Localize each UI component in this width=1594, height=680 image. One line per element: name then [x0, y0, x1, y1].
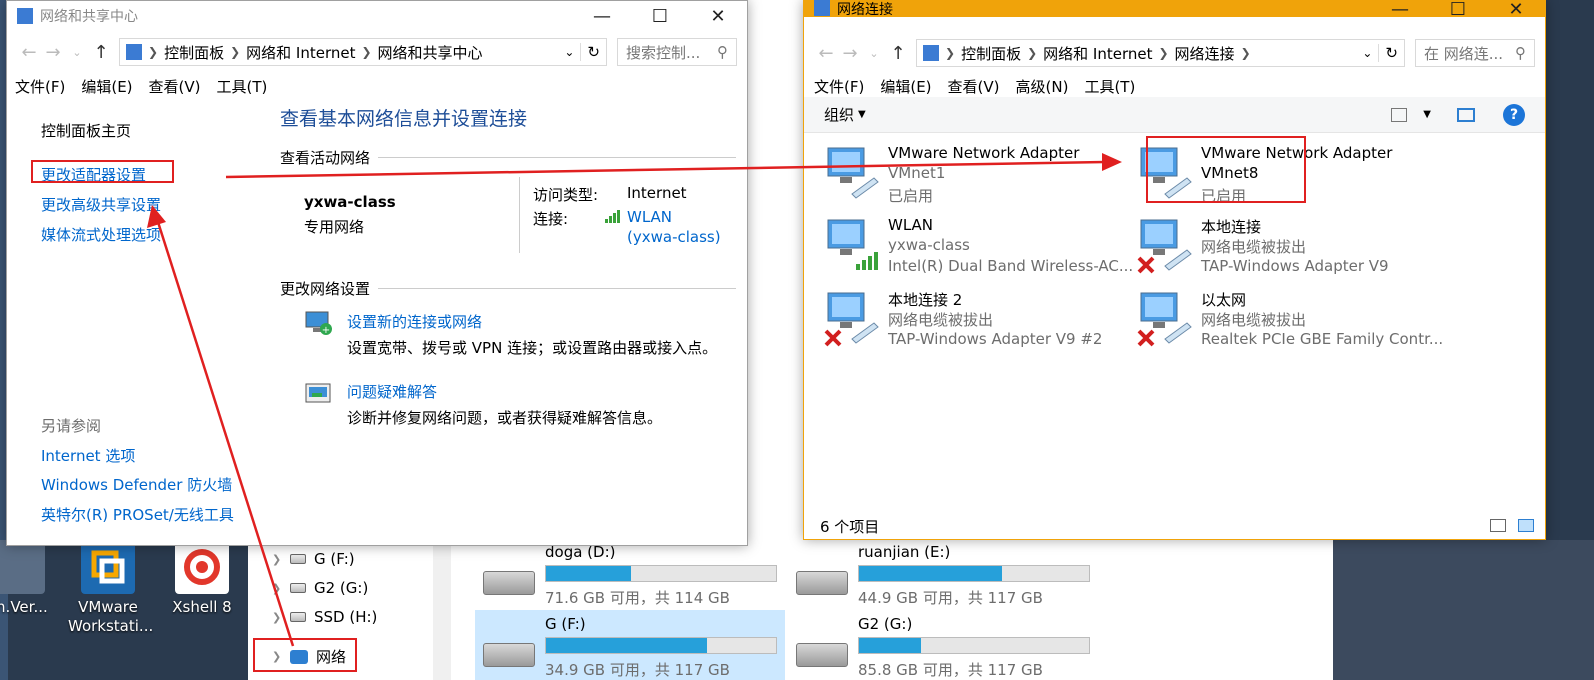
arrowhead-icon — [1102, 153, 1122, 171]
arrowhead-icon — [147, 205, 166, 228]
arrow-to-vmnet8 — [225, 160, 1106, 179]
arrow-to-adapter-settings — [156, 221, 295, 647]
annotation-arrows — [147, 153, 1122, 647]
